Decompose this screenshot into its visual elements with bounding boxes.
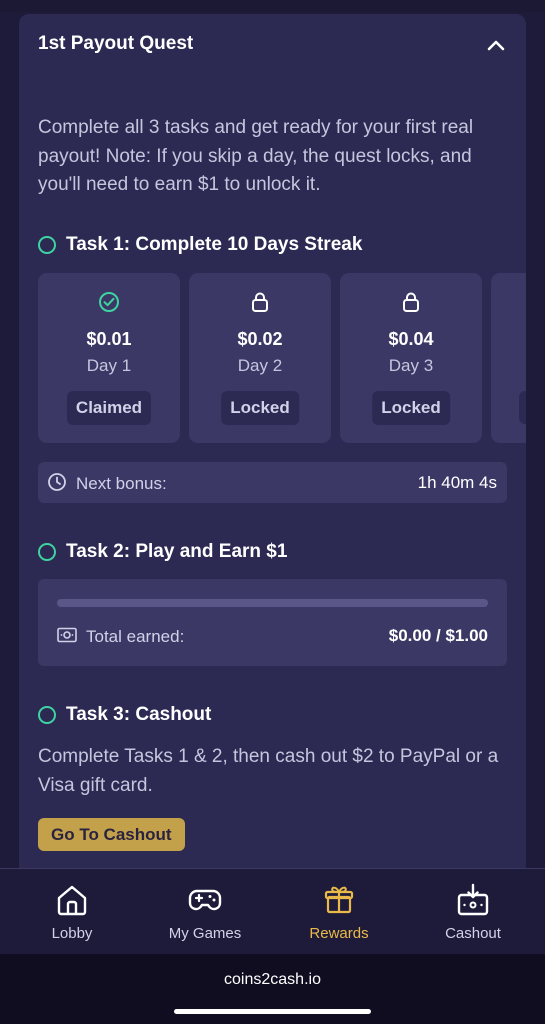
nav-label: Lobby: [51, 925, 93, 942]
day-label: Day 2: [237, 356, 283, 375]
day-status-badge-partial: [519, 391, 526, 424]
day-status-badge: Locked: [372, 391, 450, 425]
nav-label: My Games: [168, 925, 242, 942]
day-card-2[interactable]: $0.02 Day 2 Locked: [189, 273, 331, 443]
quest-card: 1st Payout Quest Complete all 3 tasks an…: [19, 14, 526, 884]
lock-icon: [340, 291, 482, 313]
nav-item-my-games[interactable]: My Games: [137, 869, 273, 955]
quest-title: 1st Payout Quest: [38, 33, 194, 54]
task1-title: Task 1: Complete 10 Days Streak: [66, 234, 363, 255]
browser-url[interactable]: coins2cash.io: [0, 971, 545, 989]
task1-heading: Task 1: Complete 10 Days Streak: [38, 234, 362, 256]
task2-status-circle-icon: [38, 543, 56, 561]
bottom-nav: Lobby My Games Rewards Cashout: [0, 868, 545, 954]
browser-url-bar[interactable]: coins2cash.io: [0, 954, 545, 1024]
check-circle-icon: [38, 291, 180, 313]
quest-header[interactable]: 1st Payout Quest: [19, 14, 526, 74]
nav-item-cashout[interactable]: Cashout: [405, 869, 541, 955]
day-amount: $0.04: [388, 329, 434, 349]
task1-status-circle-icon: [38, 236, 56, 254]
collapse-chevron-up-icon[interactable]: [484, 33, 508, 57]
go-to-cashout-button[interactable]: Go To Cashout: [38, 818, 185, 851]
clock-icon: [48, 473, 66, 491]
day-label: Day 1: [86, 356, 132, 375]
lock-icon: [189, 291, 331, 313]
task2-heading: Task 2: Play and Earn $1: [38, 541, 287, 563]
task3-heading: Task 3: Cashout: [38, 704, 211, 726]
home-indicator[interactable]: [174, 1009, 371, 1014]
day-card-3[interactable]: $0.04 Day 3 Locked: [340, 273, 482, 443]
next-bonus-timer: 1h 40m 4s: [417, 473, 497, 492]
total-earned-value: $0.00 / $1.00: [388, 626, 488, 645]
nav-item-lobby[interactable]: Lobby: [4, 869, 140, 955]
gamepad-icon: [188, 889, 222, 911]
task3-status-circle-icon: [38, 706, 56, 724]
earn-progress-box: Total earned: $0.00 / $1.00: [38, 579, 507, 666]
gift-icon: [324, 886, 354, 914]
earn-progress-bar: [57, 599, 488, 607]
top-strip: [0, 0, 545, 12]
day-status-badge: Claimed: [66, 391, 152, 425]
next-bonus-label: Next bonus:: [76, 474, 167, 493]
cash-icon: [57, 627, 77, 643]
total-earned-label: Total earned:: [86, 627, 185, 646]
day-status-badge: Locked: [221, 391, 299, 425]
days-carousel[interactable]: $0.01 Day 1 Claimed $0.02 Day 2 Locked $…: [38, 273, 526, 443]
day-label: Day 3: [388, 356, 434, 375]
day-amount: $0.02: [237, 329, 283, 349]
nav-label: Rewards: [309, 925, 369, 942]
nav-label: Cashout: [445, 925, 501, 942]
nav-item-rewards[interactable]: Rewards: [271, 869, 407, 955]
home-icon: [57, 885, 87, 916]
task3-title: Task 3: Cashout: [66, 704, 212, 725]
task3-description: Complete Tasks 1 & 2, then cash out $2 t…: [38, 746, 499, 796]
task2-title: Task 2: Play and Earn $1: [66, 541, 288, 562]
cashout-icon: [457, 883, 489, 916]
next-bonus-bar: Next bonus: 1h 40m 4s: [38, 462, 507, 503]
day-card-4-partial[interactable]: [491, 273, 526, 443]
day-amount: $0.01: [86, 329, 132, 349]
day-card-1[interactable]: $0.01 Day 1 Claimed: [38, 273, 180, 443]
quest-description: Complete all 3 tasks and get ready for y…: [38, 117, 474, 195]
